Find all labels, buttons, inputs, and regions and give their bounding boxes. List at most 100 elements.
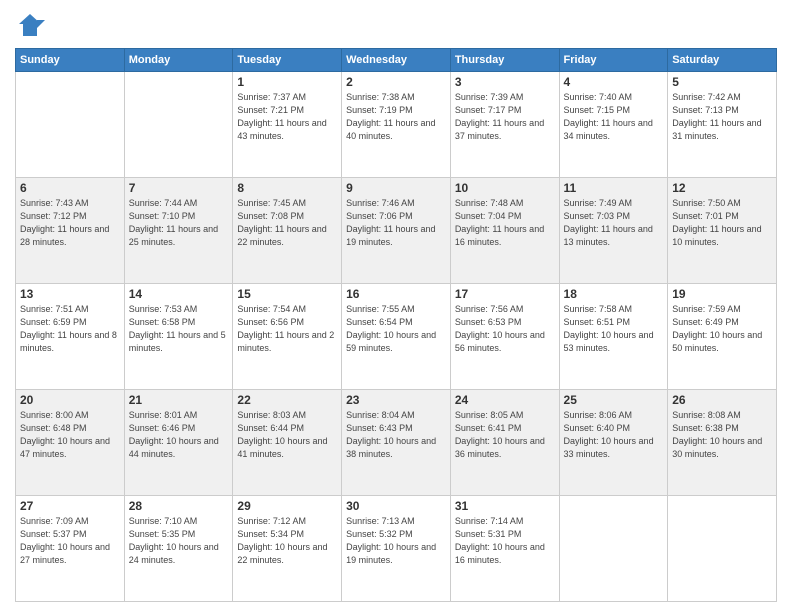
day-number: 20: [20, 393, 120, 407]
calendar-cell: 9 Sunrise: 7:46 AM Sunset: 7:06 PM Daylig…: [342, 178, 451, 284]
calendar-cell: [559, 496, 668, 602]
day-info: Sunrise: 7:46 AM Sunset: 7:06 PM Dayligh…: [346, 197, 446, 249]
day-info: Sunrise: 7:10 AM Sunset: 5:35 PM Dayligh…: [129, 515, 229, 567]
day-number: 28: [129, 499, 229, 513]
day-number: 29: [237, 499, 337, 513]
day-number: 1: [237, 75, 337, 89]
day-info: Sunrise: 7:58 AM Sunset: 6:51 PM Dayligh…: [564, 303, 664, 355]
day-info: Sunrise: 7:59 AM Sunset: 6:49 PM Dayligh…: [672, 303, 772, 355]
calendar-cell: 11 Sunrise: 7:49 AM Sunset: 7:03 PM Dayli…: [559, 178, 668, 284]
calendar-cell: [124, 72, 233, 178]
weekday-header: Monday: [124, 49, 233, 72]
calendar-cell: 23 Sunrise: 8:04 AM Sunset: 6:43 PM Dayli…: [342, 390, 451, 496]
day-number: 6: [20, 181, 120, 195]
logo: [15, 10, 49, 40]
calendar-cell: 12Sunrise: 7:50 AM Sunset: 7:01 PM Dayli…: [668, 178, 777, 284]
calendar-table: SundayMondayTuesdayWednesdayThursdayFrid…: [15, 48, 777, 602]
calendar-cell: 27Sunrise: 7:09 AM Sunset: 5:37 PM Dayli…: [16, 496, 125, 602]
page: SundayMondayTuesdayWednesdayThursdayFrid…: [0, 0, 792, 612]
calendar-cell: 2 Sunrise: 7:38 AM Sunset: 7:19 PM Daylig…: [342, 72, 451, 178]
day-number: 22: [237, 393, 337, 407]
calendar-cell: 13 Sunrise: 7:51 AM Sunset: 6:59 PM Dayli…: [16, 284, 125, 390]
day-info: Sunrise: 7:39 AM Sunset: 7:17 PM Dayligh…: [455, 91, 555, 143]
day-info: Sunrise: 7:54 AM Sunset: 6:56 PM Dayligh…: [237, 303, 337, 355]
calendar-cell: [16, 72, 125, 178]
calendar-cell: 14 Sunrise: 7:53 AM Sunset: 6:58 PM Dayli…: [124, 284, 233, 390]
day-info: Sunrise: 7:38 AM Sunset: 7:19 PM Dayligh…: [346, 91, 446, 143]
day-info: Sunrise: 7:12 AM Sunset: 5:34 PM Dayligh…: [237, 515, 337, 567]
day-info: Sunrise: 7:42 AM Sunset: 7:13 PM Dayligh…: [672, 91, 772, 143]
day-info: Sunrise: 7:48 AM Sunset: 7:04 PM Dayligh…: [455, 197, 555, 249]
day-info: Sunrise: 7:40 AM Sunset: 7:15 PM Dayligh…: [564, 91, 664, 143]
day-number: 4: [564, 75, 664, 89]
day-number: 9: [346, 181, 446, 195]
calendar-cell: 19 Sunrise: 7:59 AM Sunset: 6:49 PM Dayli…: [668, 284, 777, 390]
calendar-cell: 29 Sunrise: 7:12 AM Sunset: 5:34 PM Dayli…: [233, 496, 342, 602]
day-info: Sunrise: 7:13 AM Sunset: 5:32 PM Dayligh…: [346, 515, 446, 567]
calendar-cell: 1 Sunrise: 7:37 AM Sunset: 7:21 PM Daylig…: [233, 72, 342, 178]
calendar-cell: 26Sunrise: 8:08 AM Sunset: 6:38 PM Dayli…: [668, 390, 777, 496]
day-number: 18: [564, 287, 664, 301]
calendar-cell: 25 Sunrise: 8:06 AM Sunset: 6:40 PM Dayli…: [559, 390, 668, 496]
day-info: Sunrise: 7:44 AM Sunset: 7:10 PM Dayligh…: [129, 197, 229, 249]
day-info: Sunrise: 8:08 AM Sunset: 6:38 PM Dayligh…: [672, 409, 772, 461]
calendar-cell: 8 Sunrise: 7:45 AM Sunset: 7:08 PM Daylig…: [233, 178, 342, 284]
calendar-cell: 24Sunrise: 8:05 AM Sunset: 6:41 PM Dayli…: [450, 390, 559, 496]
day-info: Sunrise: 7:37 AM Sunset: 7:21 PM Dayligh…: [237, 91, 337, 143]
weekday-header: Wednesday: [342, 49, 451, 72]
day-info: Sunrise: 7:43 AM Sunset: 7:12 PM Dayligh…: [20, 197, 120, 249]
day-info: Sunrise: 8:00 AM Sunset: 6:48 PM Dayligh…: [20, 409, 120, 461]
day-info: Sunrise: 8:04 AM Sunset: 6:43 PM Dayligh…: [346, 409, 446, 461]
calendar-cell: 17Sunrise: 7:56 AM Sunset: 6:53 PM Dayli…: [450, 284, 559, 390]
calendar-cell: 21 Sunrise: 8:01 AM Sunset: 6:46 PM Dayli…: [124, 390, 233, 496]
header: [15, 10, 777, 40]
day-info: Sunrise: 7:50 AM Sunset: 7:01 PM Dayligh…: [672, 197, 772, 249]
weekday-header: Thursday: [450, 49, 559, 72]
calendar-cell: 5 Sunrise: 7:42 AM Sunset: 7:13 PM Daylig…: [668, 72, 777, 178]
calendar-cell: 7 Sunrise: 7:44 AM Sunset: 7:10 PM Daylig…: [124, 178, 233, 284]
day-number: 14: [129, 287, 229, 301]
calendar-cell: 4 Sunrise: 7:40 AM Sunset: 7:15 PM Daylig…: [559, 72, 668, 178]
day-number: 3: [455, 75, 555, 89]
logo-icon: [15, 10, 45, 40]
day-info: Sunrise: 7:45 AM Sunset: 7:08 PM Dayligh…: [237, 197, 337, 249]
calendar-cell: 31 Sunrise: 7:14 AM Sunset: 5:31 PM Dayli…: [450, 496, 559, 602]
calendar-cell: 30 Sunrise: 7:13 AM Sunset: 5:32 PM Dayli…: [342, 496, 451, 602]
day-number: 13: [20, 287, 120, 301]
day-number: 31: [455, 499, 555, 513]
calendar-cell: 20 Sunrise: 8:00 AM Sunset: 6:48 PM Dayli…: [16, 390, 125, 496]
day-number: 5: [672, 75, 772, 89]
weekday-header: Saturday: [668, 49, 777, 72]
day-number: 23: [346, 393, 446, 407]
weekday-header: Friday: [559, 49, 668, 72]
weekday-header: Tuesday: [233, 49, 342, 72]
day-number: 10: [455, 181, 555, 195]
calendar-cell: 10 Sunrise: 7:48 AM Sunset: 7:04 PM Dayli…: [450, 178, 559, 284]
day-number: 11: [564, 181, 664, 195]
day-number: 25: [564, 393, 664, 407]
day-info: Sunrise: 7:49 AM Sunset: 7:03 PM Dayligh…: [564, 197, 664, 249]
calendar-cell: [668, 496, 777, 602]
day-number: 16: [346, 287, 446, 301]
day-info: Sunrise: 7:56 AM Sunset: 6:53 PM Dayligh…: [455, 303, 555, 355]
day-info: Sunrise: 7:55 AM Sunset: 6:54 PM Dayligh…: [346, 303, 446, 355]
day-number: 15: [237, 287, 337, 301]
weekday-header: Sunday: [16, 49, 125, 72]
day-number: 19: [672, 287, 772, 301]
day-info: Sunrise: 7:14 AM Sunset: 5:31 PM Dayligh…: [455, 515, 555, 567]
day-info: Sunrise: 8:03 AM Sunset: 6:44 PM Dayligh…: [237, 409, 337, 461]
calendar-cell: 6 Sunrise: 7:43 AM Sunset: 7:12 PM Daylig…: [16, 178, 125, 284]
day-number: 8: [237, 181, 337, 195]
calendar-cell: 15 Sunrise: 7:54 AM Sunset: 6:56 PM Dayli…: [233, 284, 342, 390]
day-number: 2: [346, 75, 446, 89]
day-info: Sunrise: 7:53 AM Sunset: 6:58 PM Dayligh…: [129, 303, 229, 355]
day-number: 27: [20, 499, 120, 513]
day-info: Sunrise: 8:06 AM Sunset: 6:40 PM Dayligh…: [564, 409, 664, 461]
day-number: 21: [129, 393, 229, 407]
day-info: Sunrise: 7:51 AM Sunset: 6:59 PM Dayligh…: [20, 303, 120, 355]
day-info: Sunrise: 8:01 AM Sunset: 6:46 PM Dayligh…: [129, 409, 229, 461]
day-number: 30: [346, 499, 446, 513]
day-info: Sunrise: 8:05 AM Sunset: 6:41 PM Dayligh…: [455, 409, 555, 461]
calendar-cell: 28 Sunrise: 7:10 AM Sunset: 5:35 PM Dayli…: [124, 496, 233, 602]
day-number: 7: [129, 181, 229, 195]
